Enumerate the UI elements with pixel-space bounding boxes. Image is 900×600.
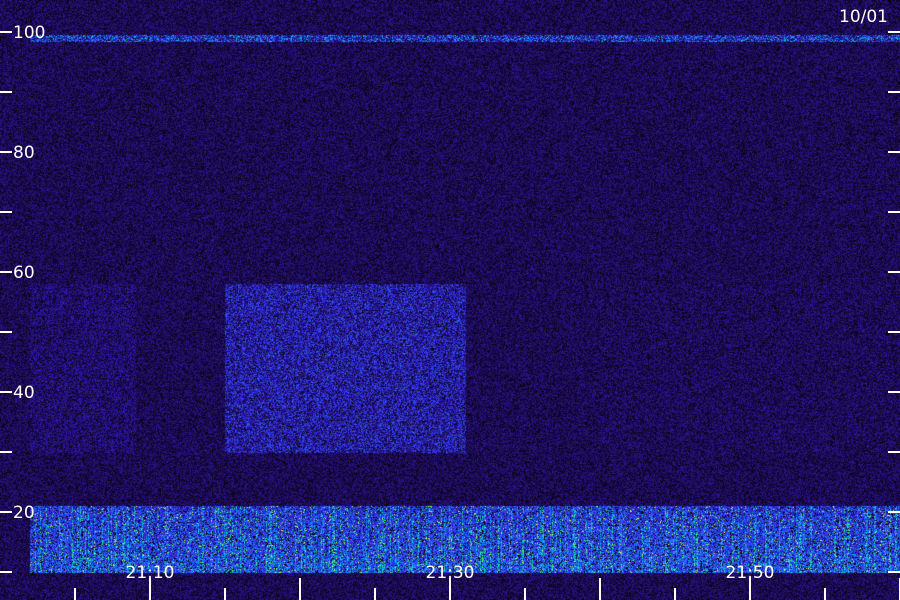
y-axis-left: 20 40 60 80 100 bbox=[0, 23, 45, 573]
y-tick-label: 80 bbox=[13, 143, 35, 163]
y-axis-right bbox=[888, 31, 900, 573]
y-tick-label: 40 bbox=[13, 383, 35, 403]
x-tick-label: 21:30 bbox=[426, 563, 475, 583]
x-axis: 21:10 21:30 21:50 bbox=[74, 563, 900, 600]
y-tick-label: 60 bbox=[13, 263, 35, 283]
date-label: 10/01 bbox=[839, 7, 888, 27]
x-tick-label: 21:50 bbox=[726, 563, 775, 583]
x-tick-label: 21:10 bbox=[126, 563, 175, 583]
chart-axes: 20 40 60 80 100 21:10 21:30 21:50 10/01 bbox=[0, 7, 900, 600]
spectrogram-chart: 20 40 60 80 100 21:10 21:30 21:50 10/01 bbox=[0, 0, 900, 600]
y-tick-label: 20 bbox=[13, 503, 35, 523]
y-tick-label: 100 bbox=[13, 23, 45, 43]
